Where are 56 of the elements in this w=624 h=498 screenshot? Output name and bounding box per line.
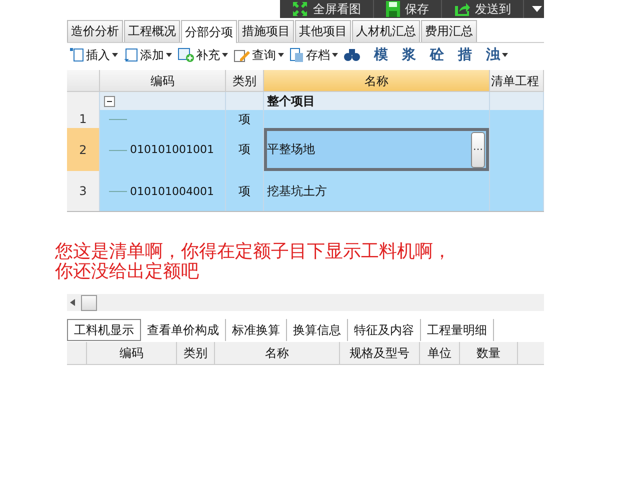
toolbar-button[interactable]: 措 (455, 46, 483, 64)
column-header[interactable]: 名称 (264, 70, 490, 92)
table-row[interactable]: 1 项 (67, 110, 544, 128)
toolbar-button[interactable]: 浊 (483, 46, 511, 64)
tab[interactable]: 工料机显示 (67, 319, 141, 341)
toolbar-button[interactable]: 添加 (121, 46, 175, 64)
expand-icon (292, 1, 308, 17)
row-header[interactable]: 3 (67, 171, 100, 211)
table-cell: 挖基坑土方 (267, 182, 327, 200)
column-header[interactable]: 规格及型号 (340, 342, 420, 364)
table-row[interactable]: 3 010101004001 项 挖基坑土方 (67, 171, 544, 211)
table-cell: 010101001001 (130, 143, 214, 156)
table-cell: 010101004001 (130, 184, 214, 198)
scroll-left-icon[interactable] (70, 299, 75, 306)
row-header[interactable]: 1 (67, 110, 100, 128)
toolbar-button[interactable]: 查询 (231, 46, 287, 64)
toolbar-button[interactable]: 浆 (399, 46, 427, 64)
toolbar-button[interactable]: 补充 (175, 46, 231, 64)
toolbar-button[interactable]: 模 (371, 46, 399, 64)
column-header[interactable]: 编码 (100, 70, 226, 92)
tab[interactable]: 其他项目 (295, 20, 351, 42)
collapse-icon[interactable] (104, 96, 115, 106)
column-header[interactable]: 清单工程 (490, 70, 544, 92)
table-row[interactable]: 2 010101001001 项 平整场地 ··· (67, 128, 544, 171)
document-icon (290, 48, 304, 62)
column-header[interactable]: 单位 (420, 342, 460, 364)
tab[interactable]: 人材机汇总 (352, 20, 420, 42)
tab[interactable]: 分部分项 (181, 20, 237, 43)
column-header[interactable]: 类别 (226, 70, 264, 92)
table-plus-icon (178, 48, 194, 62)
input-field[interactable]: 平整场地 ··· (264, 128, 489, 171)
column-header[interactable]: 数量 (460, 342, 518, 364)
comment-text: 您这是清单啊，你得在定额子目下显示工料机啊，你还没给出定额吧 (55, 242, 452, 282)
toolbar-button[interactable]: 插入 (67, 46, 121, 64)
tab[interactable]: 费用汇总 (421, 20, 477, 42)
scroll-thumb[interactable] (81, 294, 97, 310)
tab[interactable]: 措施项目 (238, 20, 294, 42)
horizontal-scrollbar[interactable] (67, 294, 544, 311)
column-header[interactable]: 名称 (215, 342, 340, 364)
toolbar-button[interactable]: 砼 (427, 46, 455, 64)
tab[interactable]: 造价分析 (67, 20, 123, 42)
table-cell: 项 (238, 110, 250, 128)
insert-row-icon (70, 48, 84, 62)
share-icon (454, 1, 470, 17)
column-header[interactable]: 编码 (87, 342, 177, 364)
toolbar-button[interactable]: 存档 (287, 46, 341, 64)
table-cell: 项 (238, 182, 250, 200)
tab[interactable]: 工程概况 (124, 20, 180, 42)
table-cell: 项 (238, 141, 250, 158)
add-row-icon (124, 48, 138, 62)
row-header[interactable]: 2 (67, 128, 100, 171)
edit-document-icon (234, 48, 250, 62)
caret-icon[interactable] (532, 6, 542, 12)
column-header[interactable]: 类别 (177, 342, 215, 364)
ellipsis-button[interactable]: ··· (471, 132, 485, 168)
binoculars-icon (344, 48, 360, 62)
